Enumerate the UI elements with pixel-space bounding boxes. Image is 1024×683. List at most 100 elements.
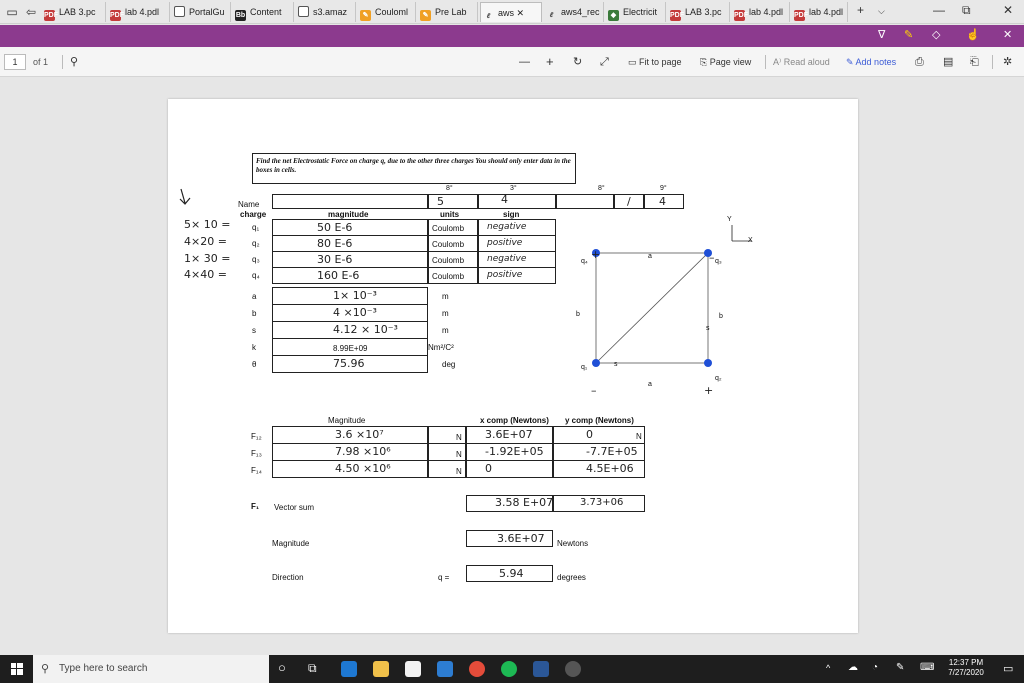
tray-chevron-icon[interactable]: ^ [826, 663, 830, 673]
ink-filter-icon[interactable]: ∇ [878, 28, 885, 41]
force-y-input[interactable]: 0 [553, 426, 645, 444]
sum-x-input[interactable]: 3.58 E+07 [466, 495, 553, 512]
charge-unit: Coulomb [432, 224, 465, 233]
tab-12[interactable]: PDFlab 4.pdl [732, 2, 790, 22]
param-input[interactable]: 8.99E+09 [272, 338, 428, 356]
rotate-icon[interactable]: ↻ [573, 47, 582, 77]
param-unit: m [442, 292, 449, 301]
charge-unit: Coulomb [432, 256, 465, 265]
diag-s-label: s [614, 361, 618, 368]
fit-to-page-button[interactable]: ▭ Fit to page [628, 47, 682, 77]
tab-list-chevron-icon[interactable]: ⌵ [878, 6, 885, 17]
mail-icon[interactable] [437, 661, 453, 677]
search-icon[interactable]: ⚲ [70, 47, 78, 77]
save-as-icon[interactable]: ⎗ [970, 47, 979, 77]
tab-7[interactable]: ✎ Pre Lab [418, 2, 478, 22]
mark-1: 8° [446, 185, 453, 192]
cortana-icon[interactable]: ○ [278, 660, 286, 675]
side-right-label: b [719, 313, 723, 320]
name-box-3[interactable] [556, 194, 614, 209]
axis-x-label: X [748, 237, 753, 244]
print-icon[interactable]: ⎙ [915, 47, 924, 77]
tab-9[interactable]: ℓ aws4_rec [544, 2, 604, 22]
edge-icon[interactable] [341, 661, 357, 677]
eraser-icon[interactable]: ◇ [932, 28, 940, 41]
file-explorer-icon[interactable] [373, 661, 389, 677]
spotify-icon[interactable] [501, 661, 517, 677]
save-icon[interactable]: ▤ [943, 47, 953, 77]
charge-sign-input[interactable]: positive [478, 235, 556, 252]
name-box-1[interactable]: 5 [428, 194, 478, 209]
onedrive-icon[interactable]: ☁ [848, 662, 858, 673]
clock[interactable]: 12:37 PM 7/27/2020 [940, 658, 992, 678]
word-icon[interactable] [533, 661, 549, 677]
charge-sign-input[interactable]: positive [478, 267, 556, 284]
close-window-button[interactable]: ✕ [1003, 3, 1013, 17]
zoom-in-button[interactable]: + [546, 47, 554, 77]
tab-6[interactable]: ✎ Couloml [358, 2, 416, 22]
page-view-button[interactable]: ⎘ Page view [700, 47, 751, 77]
param-input[interactable]: 1× 10⁻³ [272, 287, 428, 305]
charge-sign-input[interactable]: negative [478, 219, 556, 236]
tab-8[interactable]: ℓ aws ✕ [480, 2, 542, 22]
charge-sign-input[interactable]: negative [478, 251, 556, 268]
charge-magnitude-input[interactable]: 80 E-6 [272, 235, 428, 252]
force-y-input[interactable]: 4.5E+06 [553, 460, 645, 478]
param-input[interactable]: 4 ×10⁻³ [272, 304, 428, 322]
highlighter-icon[interactable]: ✎ [904, 28, 913, 41]
magnitude-input[interactable]: 3.6E+07 [466, 530, 553, 547]
tab-1[interactable]: PDFLAB 3.pc [42, 2, 106, 22]
charge-magnitude-input[interactable]: 50 E-6 [272, 219, 428, 236]
name-box-2[interactable]: 4 [478, 193, 556, 209]
charge-magnitude-input[interactable]: 30 E-6 [272, 251, 428, 268]
tab-2[interactable]: PDFlab 4.pdl [108, 2, 170, 22]
force-magnitude-input[interactable]: 3.6 ×10⁷ [272, 426, 428, 444]
force-x-input[interactable]: 3.6E+07 [466, 426, 553, 444]
tab-13[interactable]: PDFlab 4.pdl [792, 2, 848, 22]
notifications-icon[interactable]: ▭ [1003, 662, 1013, 675]
pin-toolbar-icon[interactable]: ✲ [1003, 47, 1012, 77]
tab-actions-icon[interactable]: ▭ [3, 3, 21, 21]
close-ink-icon[interactable]: ✕ [1003, 28, 1012, 41]
charge-magnitude-input[interactable]: 160 E-6 [272, 267, 428, 284]
tab-5[interactable]: s3.amaz [296, 2, 356, 22]
name-box-5[interactable]: 4 [644, 194, 684, 209]
store-icon[interactable] [405, 661, 421, 677]
full-screen-icon[interactable]: ⤢ [600, 47, 609, 77]
force-x-input[interactable]: 0 [466, 460, 553, 478]
sign-q4: + [591, 248, 601, 261]
keyboard-icon[interactable]: ⌨ [920, 662, 934, 673]
param-input[interactable]: 4.12 × 10⁻³ [272, 321, 428, 339]
chrome-icon[interactable] [469, 661, 485, 677]
add-notes-button[interactable]: ✎ Add notes [846, 47, 896, 77]
force-y-input[interactable]: -7.7E+05 [553, 443, 645, 461]
tab-11[interactable]: PDFLAB 3.pc [668, 2, 730, 22]
read-aloud-button[interactable]: A⁾ Read aloud [773, 47, 830, 77]
charge-label: q₄ [252, 271, 260, 280]
force-magnitude-input[interactable]: 4.50 ×10⁶ [272, 460, 428, 478]
wifi-icon[interactable]: ◔ [872, 662, 878, 673]
restore-button[interactable]: ⧉ [962, 3, 971, 18]
sum-y-input[interactable]: 3.73+06 [553, 495, 645, 512]
touch-write-icon[interactable]: ☝ [966, 28, 980, 41]
name-input[interactable] [272, 194, 428, 209]
windows-start-icon[interactable] [11, 663, 23, 675]
param-input[interactable]: 75.96 [272, 355, 428, 373]
name-box-4[interactable]: / [614, 194, 644, 209]
tab-10[interactable]: ◆ Electricit [606, 2, 666, 22]
minimize-button[interactable]: — [933, 3, 945, 17]
tab-4[interactable]: Bb Content [233, 2, 294, 22]
force-x-input[interactable]: -1.92E+05 [466, 443, 553, 461]
page-number-input[interactable]: 1 [4, 54, 26, 70]
force-magnitude-input[interactable]: 7.98 ×10⁶ [272, 443, 428, 461]
taskbar-search-input[interactable]: Type here to search [33, 655, 269, 683]
set-aside-tabs-icon[interactable]: ⇦ [22, 3, 40, 21]
pen-workspace-icon[interactable]: ✎ [896, 662, 904, 673]
direction-input[interactable]: 5.94 [466, 565, 553, 582]
task-view-icon[interactable]: ⧉ [308, 661, 317, 676]
tab-3[interactable]: PortalGu [172, 2, 231, 22]
app-icon[interactable] [565, 661, 581, 677]
zoom-out-button[interactable]: — [519, 47, 530, 77]
close-tab-icon[interactable]: ✕ [514, 8, 525, 18]
new-tab-button[interactable]: + [857, 3, 864, 17]
